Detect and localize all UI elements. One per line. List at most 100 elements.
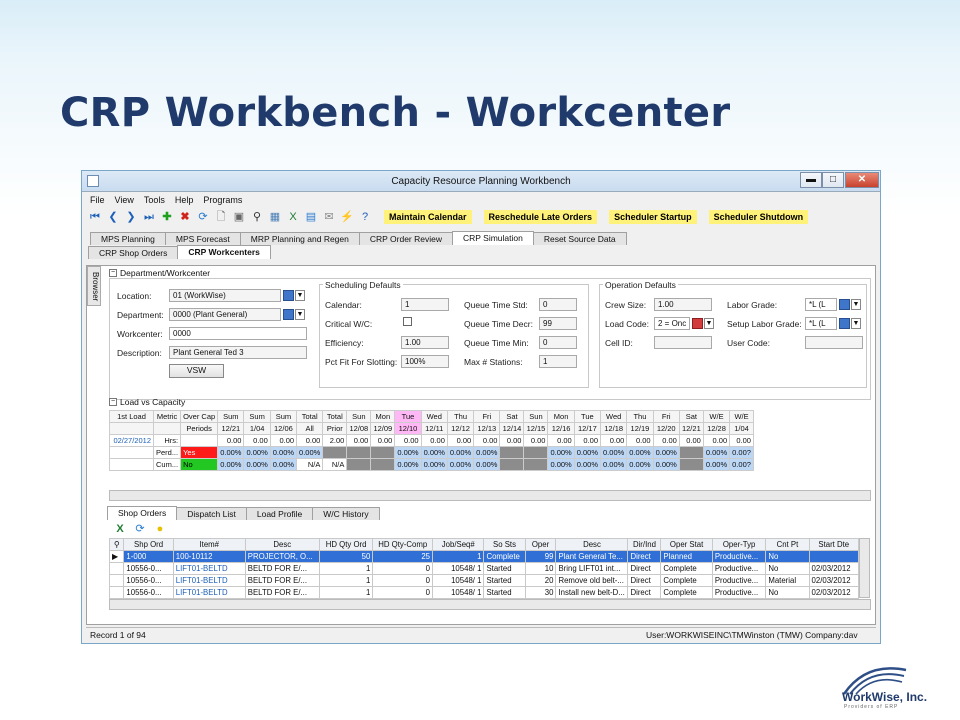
load-grid-cell[interactable] <box>109 422 154 435</box>
load-grid-cell[interactable] <box>152 422 182 435</box>
table-row[interactable]: 10556-0... LIFT01-BELTD BELTD FOR E/... 1 0 1… <box>108 562 860 575</box>
load-grid-cell[interactable]: 1/04 <box>729 422 754 435</box>
excel-export-icon[interactable]: X <box>113 522 127 536</box>
load-grid-cell[interactable]: 0.00% <box>626 446 654 459</box>
table-cell[interactable]: Complete <box>660 574 713 587</box>
load-grid-cell[interactable]: 2.00 <box>322 434 348 447</box>
load-grid-cell[interactable]: Over Cap <box>180 410 219 423</box>
load-grid-cell[interactable]: 0.00% <box>547 458 575 471</box>
table-cell[interactable]: 0 <box>372 562 434 575</box>
lightning-icon[interactable]: ⚡ <box>340 210 354 224</box>
load-grid-cell[interactable]: 0.00 <box>269 434 298 447</box>
table-cell[interactable]: 99 <box>524 550 557 563</box>
excel-icon[interactable]: X <box>286 210 300 224</box>
load-grid-cell[interactable]: 0.00 <box>370 434 396 447</box>
table-cell[interactable]: Material <box>765 574 810 587</box>
column-header[interactable]: Oper-Typ <box>711 538 767 551</box>
load-grid-cell[interactable]: Total <box>296 410 324 423</box>
load-grid-cell[interactable]: 12/20 <box>652 422 680 435</box>
load-grid-cell[interactable]: N/A <box>296 458 324 471</box>
tab-mrp-planning[interactable]: MRP Planning and Regen <box>239 232 360 245</box>
menu-help[interactable]: Help <box>175 195 194 205</box>
table-cell[interactable]: 10556-0... <box>123 586 174 599</box>
load-grid-cell[interactable]: 0.00 <box>420 434 448 447</box>
department-lookup-icon[interactable] <box>283 309 294 320</box>
tab-wc-history[interactable]: W/C History <box>312 507 380 520</box>
queue-decr-field[interactable]: 99 <box>539 317 577 330</box>
load-grid-cell[interactable]: 0.00 <box>626 434 654 447</box>
load-grid-cell[interactable]: 02/27/2012 <box>109 434 154 447</box>
column-header[interactable]: Item# <box>172 538 246 551</box>
load-grid-cell[interactable]: Yes <box>180 446 219 459</box>
column-header[interactable]: Start Dte <box>808 538 860 551</box>
load-grid-cell[interactable]: 0.00% <box>600 458 628 471</box>
load-grid-cell[interactable]: 0.00% <box>573 458 602 471</box>
load-grid-cell[interactable] <box>370 458 396 471</box>
tab-crp-workcenters[interactable]: CRP Workcenters <box>177 245 271 259</box>
browser-side-tab[interactable]: Browser <box>87 266 101 306</box>
table-cell[interactable]: Remove old belt-... <box>555 574 629 587</box>
table-cell[interactable]: 02/03/2012 <box>808 586 860 599</box>
column-header[interactable]: Desc <box>244 538 320 551</box>
load-grid-cell[interactable]: 12/15 <box>523 422 549 435</box>
load-grid-cell[interactable]: Mon <box>370 410 396 423</box>
load-grid-cell[interactable]: 12/17 <box>573 422 602 435</box>
load-grid-cell[interactable]: 0.00% <box>269 446 298 459</box>
table-cell[interactable]: 1 <box>318 586 374 599</box>
load-code-lookup-icon[interactable] <box>692 318 703 329</box>
table-cell[interactable]: LIFT01-BELTD <box>172 586 246 599</box>
menu-tools[interactable]: Tools <box>144 195 165 205</box>
load-grid-cell[interactable]: 12/14 <box>499 422 525 435</box>
find-icon[interactable]: ⚲ <box>250 210 264 224</box>
load-grid-cell[interactable]: 0.00 <box>473 434 501 447</box>
table-cell[interactable]: 10556-0... <box>123 562 174 575</box>
column-header[interactable]: Shp Ord <box>123 538 174 551</box>
load-grid-cell[interactable]: 0.00 <box>573 434 602 447</box>
table-cell[interactable]: 25 <box>372 550 434 563</box>
load-grid-cell[interactable]: 0.00% <box>626 458 654 471</box>
load-grid-cell[interactable]: Thu <box>446 410 475 423</box>
row-selector[interactable] <box>108 562 125 575</box>
load-grid-cell[interactable]: Sum <box>217 410 245 423</box>
load-grid-cell[interactable]: 12/21 <box>217 422 245 435</box>
table-cell[interactable]: 02/03/2012 <box>808 562 860 575</box>
load-grid-cell[interactable]: 0.00% <box>547 446 575 459</box>
load-grid-cell[interactable]: 0.00% <box>269 458 298 471</box>
location-dropdown-icon[interactable]: ▼ <box>295 290 305 301</box>
tab-shop-orders[interactable]: Shop Orders <box>107 506 178 520</box>
load-grid-cell[interactable]: 0.00% <box>473 458 501 471</box>
load-grid-cell[interactable]: 0.00 <box>296 434 324 447</box>
table-cell[interactable]: 1 <box>432 550 485 563</box>
table-cell[interactable]: BELTD FOR E/... <box>244 562 320 575</box>
critical-wc-checkbox[interactable] <box>403 317 412 326</box>
workcenter-field[interactable]: 0000 <box>169 327 307 340</box>
load-grid-cell[interactable]: Mon <box>547 410 575 423</box>
location-lookup-icon[interactable] <box>283 290 294 301</box>
new-document-icon[interactable]: 🗋 <box>214 210 228 224</box>
load-code-field[interactable]: 2 = Onc <box>654 317 690 330</box>
calendar-field[interactable]: 1 <box>401 298 449 311</box>
load-grid-cell[interactable]: 0.00 <box>446 434 475 447</box>
load-grid-cell[interactable]: 0.00% <box>243 446 271 459</box>
load-grid-hscrollbar[interactable] <box>109 490 871 501</box>
column-header[interactable]: Job/Seq# <box>432 538 485 551</box>
load-grid-cell[interactable]: 12/12 <box>446 422 475 435</box>
collapse-icon[interactable]: − <box>109 398 117 406</box>
load-grid-cell[interactable] <box>346 458 372 471</box>
table-cell[interactable]: 100-10112 <box>172 550 246 563</box>
load-grid-cell[interactable]: 0.00 <box>547 434 575 447</box>
refresh-icon[interactable]: ⟳ <box>133 522 147 536</box>
row-selector[interactable] <box>108 586 125 599</box>
load-grid-cell[interactable]: 12/09 <box>370 422 396 435</box>
first-record-icon[interactable]: ⏮ <box>88 210 102 224</box>
load-grid-cell[interactable]: 0.00% <box>473 446 501 459</box>
queue-std-field[interactable]: 0 <box>539 298 577 311</box>
tab-mps-forecast[interactable]: MPS Forecast <box>164 232 241 245</box>
cell-id-field[interactable] <box>654 336 712 349</box>
column-header[interactable]: So Sts <box>483 538 526 551</box>
load-grid-cell[interactable]: 0.00% <box>702 446 731 459</box>
load-grid-cell[interactable]: Wed <box>420 410 448 423</box>
load-grid-cell[interactable]: 12/06 <box>269 422 298 435</box>
queue-min-field[interactable]: 0 <box>539 336 577 349</box>
load-grid-cell[interactable]: 1st Load <box>109 410 154 423</box>
